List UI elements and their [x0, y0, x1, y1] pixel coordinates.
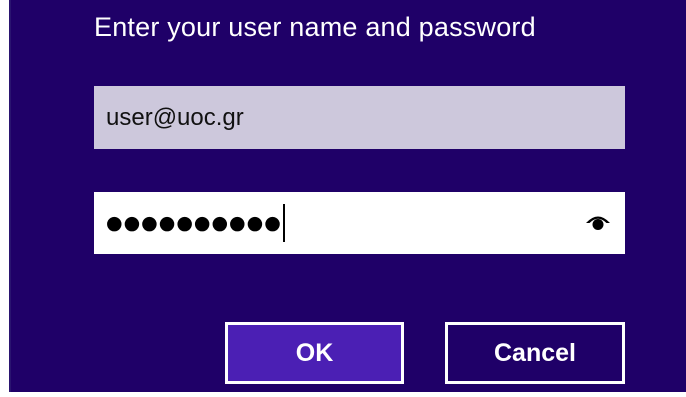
password-mask: ●●●●●●●●●● — [106, 211, 282, 234]
eye-reveal-icon[interactable] — [585, 211, 611, 233]
screen: Enter your user name and password user@u… — [0, 0, 686, 397]
username-value: user@uoc.gr — [106, 103, 244, 131]
dialog-title: Enter your user name and password — [94, 12, 536, 42]
text-caret — [282, 204, 285, 242]
username-field[interactable]: user@uoc.gr — [94, 86, 625, 149]
ok-button[interactable]: OK — [225, 322, 404, 384]
password-field[interactable]: ●●●●●●●●●● — [94, 192, 625, 254]
credentials-dialog: Enter your user name and password user@u… — [9, 0, 686, 392]
cancel-button[interactable]: Cancel — [445, 322, 625, 384]
